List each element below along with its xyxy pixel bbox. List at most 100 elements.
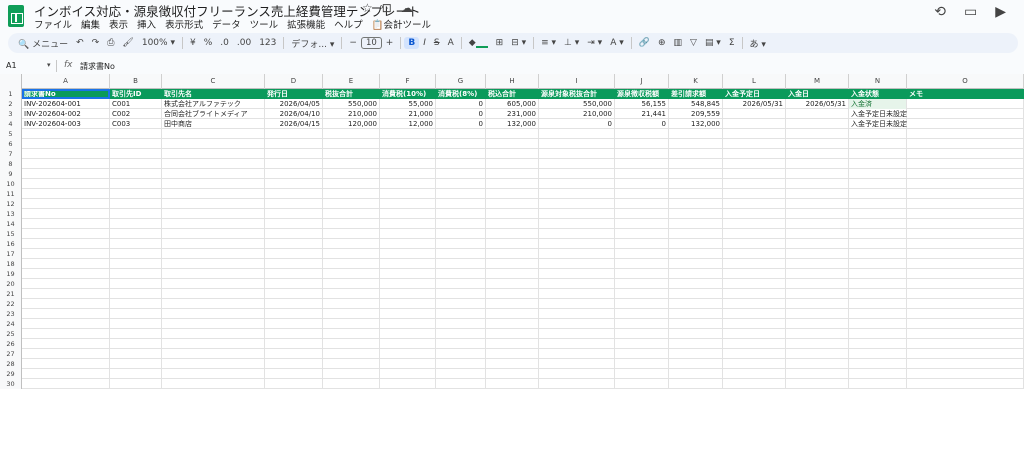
empty-cell[interactable] xyxy=(723,289,786,299)
header-cell[interactable]: 税抜合計 xyxy=(323,89,380,99)
data-cell[interactable] xyxy=(907,99,1024,109)
empty-cell[interactable] xyxy=(110,279,162,289)
empty-cell[interactable] xyxy=(786,219,849,229)
data-cell[interactable]: 231,000 xyxy=(486,109,539,119)
empty-cell[interactable] xyxy=(436,199,486,209)
data-cell[interactable]: 株式会社アルファテック xyxy=(162,99,265,109)
empty-cell[interactable] xyxy=(723,369,786,379)
empty-cell[interactable] xyxy=(723,319,786,329)
empty-cell[interactable] xyxy=(110,229,162,239)
empty-cell[interactable] xyxy=(539,149,615,159)
empty-cell[interactable] xyxy=(907,369,1024,379)
empty-cell[interactable] xyxy=(380,189,436,199)
data-cell[interactable]: INV-202604-001 xyxy=(22,99,110,109)
empty-cell[interactable] xyxy=(265,339,323,349)
data-cell[interactable]: 210,000 xyxy=(539,109,615,119)
menu-accounting-tools[interactable]: 📋会計ツール xyxy=(372,17,431,31)
empty-cell[interactable] xyxy=(110,259,162,269)
empty-cell[interactable] xyxy=(162,229,265,239)
header-cell[interactable]: 税込合計 xyxy=(486,89,539,99)
empty-cell[interactable] xyxy=(323,239,380,249)
empty-cell[interactable] xyxy=(162,159,265,169)
data-cell[interactable]: 入金済 xyxy=(849,99,907,109)
column-header-m[interactable]: M xyxy=(786,74,849,89)
empty-cell[interactable] xyxy=(615,229,669,239)
empty-cell[interactable] xyxy=(615,309,669,319)
empty-cell[interactable] xyxy=(849,269,907,279)
row-number[interactable]: 6 xyxy=(0,139,22,149)
empty-cell[interactable] xyxy=(380,339,436,349)
empty-cell[interactable] xyxy=(786,329,849,339)
empty-cell[interactable] xyxy=(786,339,849,349)
column-header-a[interactable]: A xyxy=(22,74,110,89)
decrease-font-size-button[interactable]: − xyxy=(345,38,361,48)
empty-cell[interactable] xyxy=(436,149,486,159)
empty-cell[interactable] xyxy=(380,159,436,169)
data-cell[interactable]: 21,441 xyxy=(615,109,669,119)
row-number[interactable]: 17 xyxy=(0,249,22,259)
empty-cell[interactable] xyxy=(907,229,1024,239)
empty-cell[interactable] xyxy=(669,319,723,329)
empty-cell[interactable] xyxy=(323,299,380,309)
filter-icon[interactable]: ▽ xyxy=(686,38,701,48)
empty-cell[interactable] xyxy=(436,279,486,289)
fill-color-icon[interactable]: ◆ xyxy=(465,38,492,48)
empty-cell[interactable] xyxy=(539,289,615,299)
empty-cell[interactable] xyxy=(849,139,907,149)
empty-cell[interactable] xyxy=(615,269,669,279)
empty-cell[interactable] xyxy=(615,139,669,149)
empty-cell[interactable] xyxy=(323,289,380,299)
header-cell[interactable]: メモ xyxy=(907,89,1024,99)
empty-cell[interactable] xyxy=(110,129,162,139)
empty-cell[interactable] xyxy=(669,149,723,159)
data-cell[interactable]: 2026/04/15 xyxy=(265,119,323,129)
empty-cell[interactable] xyxy=(436,349,486,359)
empty-cell[interactable] xyxy=(486,349,539,359)
empty-cell[interactable] xyxy=(110,189,162,199)
column-header-k[interactable]: K xyxy=(669,74,723,89)
empty-cell[interactable] xyxy=(436,309,486,319)
empty-cell[interactable] xyxy=(786,159,849,169)
empty-cell[interactable] xyxy=(110,139,162,149)
empty-cell[interactable] xyxy=(380,289,436,299)
spreadsheet-grid[interactable]: A B C D E F G H I J K L M N O 1 請求書No 取引先I… xyxy=(0,74,1024,452)
column-header-c[interactable]: C xyxy=(162,74,265,89)
column-header-d[interactable]: D xyxy=(265,74,323,89)
empty-cell[interactable] xyxy=(723,179,786,189)
empty-cell[interactable] xyxy=(265,149,323,159)
empty-cell[interactable] xyxy=(723,129,786,139)
empty-cell[interactable] xyxy=(723,149,786,159)
bold-button[interactable]: B xyxy=(404,37,420,49)
column-header-i[interactable]: I xyxy=(539,74,615,89)
empty-cell[interactable] xyxy=(380,209,436,219)
empty-cell[interactable] xyxy=(849,299,907,309)
font-select[interactable]: デフォ... ▾ xyxy=(287,37,338,50)
empty-cell[interactable] xyxy=(110,199,162,209)
empty-cell[interactable] xyxy=(22,259,110,269)
filter-views-icon[interactable]: ▤ ▾ xyxy=(701,38,725,48)
empty-cell[interactable] xyxy=(22,349,110,359)
empty-cell[interactable] xyxy=(849,129,907,139)
empty-cell[interactable] xyxy=(162,169,265,179)
empty-cell[interactable] xyxy=(110,179,162,189)
empty-cell[interactable] xyxy=(22,229,110,239)
empty-cell[interactable] xyxy=(436,189,486,199)
empty-cell[interactable] xyxy=(110,289,162,299)
data-cell[interactable]: INV-202604-003 xyxy=(22,119,110,129)
empty-cell[interactable] xyxy=(380,359,436,369)
empty-cell[interactable] xyxy=(380,279,436,289)
empty-cell[interactable] xyxy=(615,189,669,199)
empty-cell[interactable] xyxy=(723,159,786,169)
empty-cell[interactable] xyxy=(323,159,380,169)
empty-cell[interactable] xyxy=(907,289,1024,299)
empty-cell[interactable] xyxy=(323,379,380,389)
empty-cell[interactable] xyxy=(265,139,323,149)
empty-cell[interactable] xyxy=(849,159,907,169)
empty-cell[interactable] xyxy=(162,369,265,379)
star-icon[interactable]: ☆ xyxy=(362,1,373,15)
empty-cell[interactable] xyxy=(669,289,723,299)
empty-cell[interactable] xyxy=(110,209,162,219)
empty-cell[interactable] xyxy=(615,219,669,229)
empty-cell[interactable] xyxy=(323,359,380,369)
empty-cell[interactable] xyxy=(110,269,162,279)
